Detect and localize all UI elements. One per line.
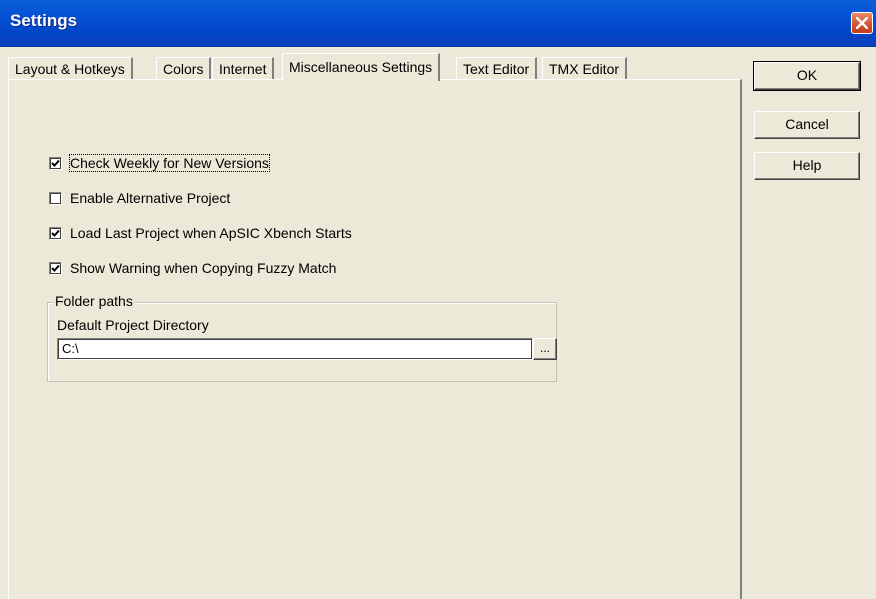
enable-alternative-project-label: Enable Alternative Project [70,190,231,206]
browse-button[interactable]: ... [533,338,557,360]
tab-miscellaneous-settings[interactable]: Miscellaneous Settings [282,53,441,81]
enable-alternative-project-option[interactable]: Enable Alternative Project [49,188,230,208]
tab-colors[interactable]: Colors [156,57,212,79]
enable-alternative-project-checkbox[interactable] [49,191,62,205]
cancel-button[interactable]: Cancel [754,111,860,139]
check-weekly-checkbox[interactable] [49,156,62,170]
dialog-body: Layout & Hotkeys Colors Internet Miscell… [0,47,876,599]
show-warning-checkbox[interactable] [49,261,62,275]
load-last-project-label: Load Last Project when ApSIC Xbench Star… [70,225,352,241]
show-warning-option[interactable]: Show Warning when Copying Fuzzy Match [49,258,336,278]
close-icon [856,17,868,29]
window-title: Settings [10,11,78,30]
tab-tmx-editor[interactable]: TMX Editor [542,57,628,79]
check-weekly-option[interactable]: Check Weekly for New Versions [49,153,270,173]
checkmark-icon [51,229,60,237]
ok-button[interactable]: OK [753,61,861,91]
checkmark-icon [51,264,60,272]
title-bar[interactable]: Settings [0,0,876,47]
tab-layout-hotkeys[interactable]: Layout & Hotkeys [8,57,133,79]
default-project-directory-label: Default Project Directory [57,317,209,333]
show-warning-label: Show Warning when Copying Fuzzy Match [70,260,337,276]
folder-paths-legend: Folder paths [54,293,134,309]
help-button[interactable]: Help [754,152,860,180]
load-last-project-option[interactable]: Load Last Project when ApSIC Xbench Star… [49,223,352,243]
tab-text-editor[interactable]: Text Editor [456,57,538,79]
load-last-project-checkbox[interactable] [49,226,62,240]
check-weekly-label: Check Weekly for New Versions [69,154,270,172]
tab-internet[interactable]: Internet [212,57,275,79]
close-button[interactable] [851,12,873,34]
checkmark-icon [51,159,60,167]
tab-panel-miscellaneous: Check Weekly for New Versions Enable Alt… [8,79,742,599]
default-project-directory-input[interactable]: C:\ [57,338,533,360]
